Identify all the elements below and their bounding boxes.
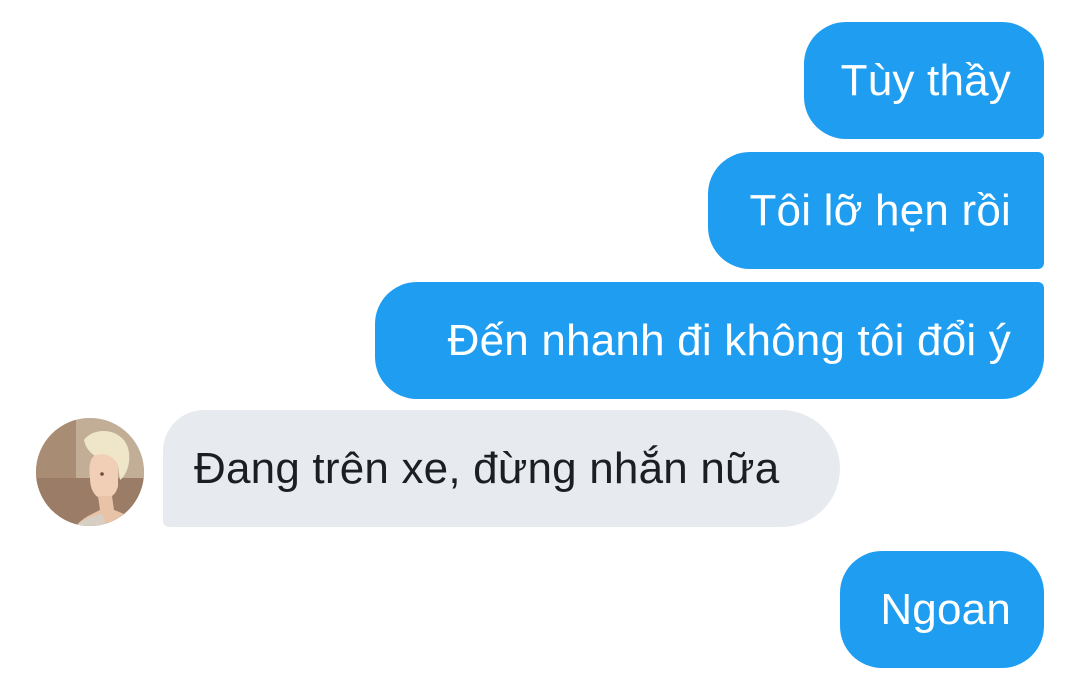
contact-avatar[interactable] <box>36 418 144 526</box>
outgoing-message-bubble[interactable]: Ngoan <box>840 551 1044 668</box>
message-text: Tùy thầy <box>840 55 1011 105</box>
message-text: Ngoan <box>880 584 1011 634</box>
message-text: Tôi lỡ hẹn rồi <box>749 185 1011 235</box>
outgoing-message-bubble[interactable]: Đến nhanh đi không tôi đổi ý <box>375 282 1044 399</box>
message-text: Đang trên xe, đừng nhắn nữa <box>194 443 780 493</box>
message-text: Đến nhanh đi không tôi đổi ý <box>447 315 1011 365</box>
outgoing-message-bubble[interactable]: Tùy thầy <box>804 22 1044 139</box>
incoming-message-bubble[interactable]: Đang trên xe, đừng nhắn nữa <box>163 410 840 527</box>
chat-thread: Tùy thầy Tôi lỡ hẹn rồi Đến nhanh đi khô… <box>0 0 1080 681</box>
avatar-photo-icon <box>36 418 144 526</box>
outgoing-message-bubble[interactable]: Tôi lỡ hẹn rồi <box>708 152 1044 269</box>
